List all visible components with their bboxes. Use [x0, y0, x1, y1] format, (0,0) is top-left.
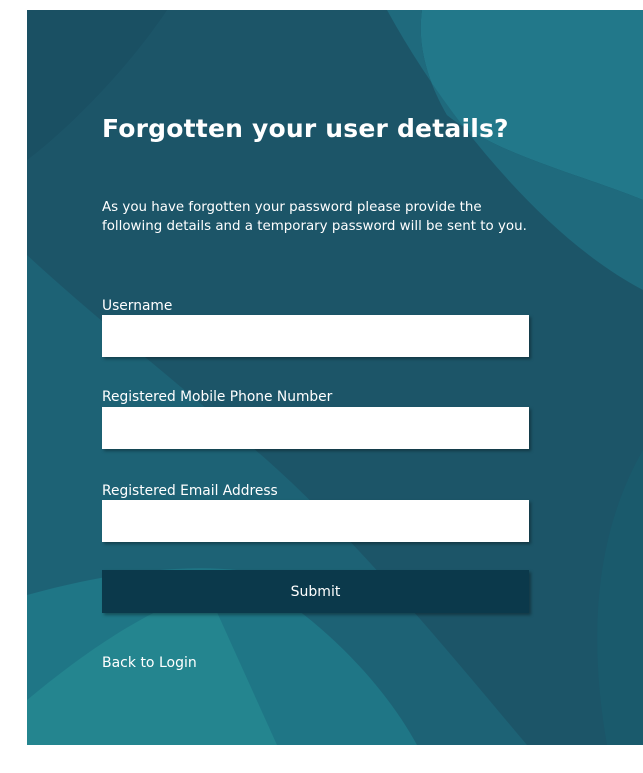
intro-text: As you have forgotten your password plea… — [102, 200, 527, 234]
email-label: Registered Email Address — [102, 483, 278, 499]
submit-button[interactable]: Submit — [102, 570, 529, 613]
mobile-phone-label: Registered Mobile Phone Number — [102, 389, 333, 405]
page: Forgotten your user details? As you have… — [0, 0, 643, 773]
back-to-login-link[interactable]: Back to Login — [102, 655, 197, 671]
page-title: Forgotten your user details? — [102, 114, 509, 143]
email-input[interactable] — [102, 500, 529, 542]
mobile-phone-input[interactable] — [102, 407, 529, 449]
username-input[interactable] — [102, 315, 529, 357]
forgotten-details-panel: Forgotten your user details? As you have… — [27, 10, 643, 745]
username-label: Username — [102, 298, 173, 314]
